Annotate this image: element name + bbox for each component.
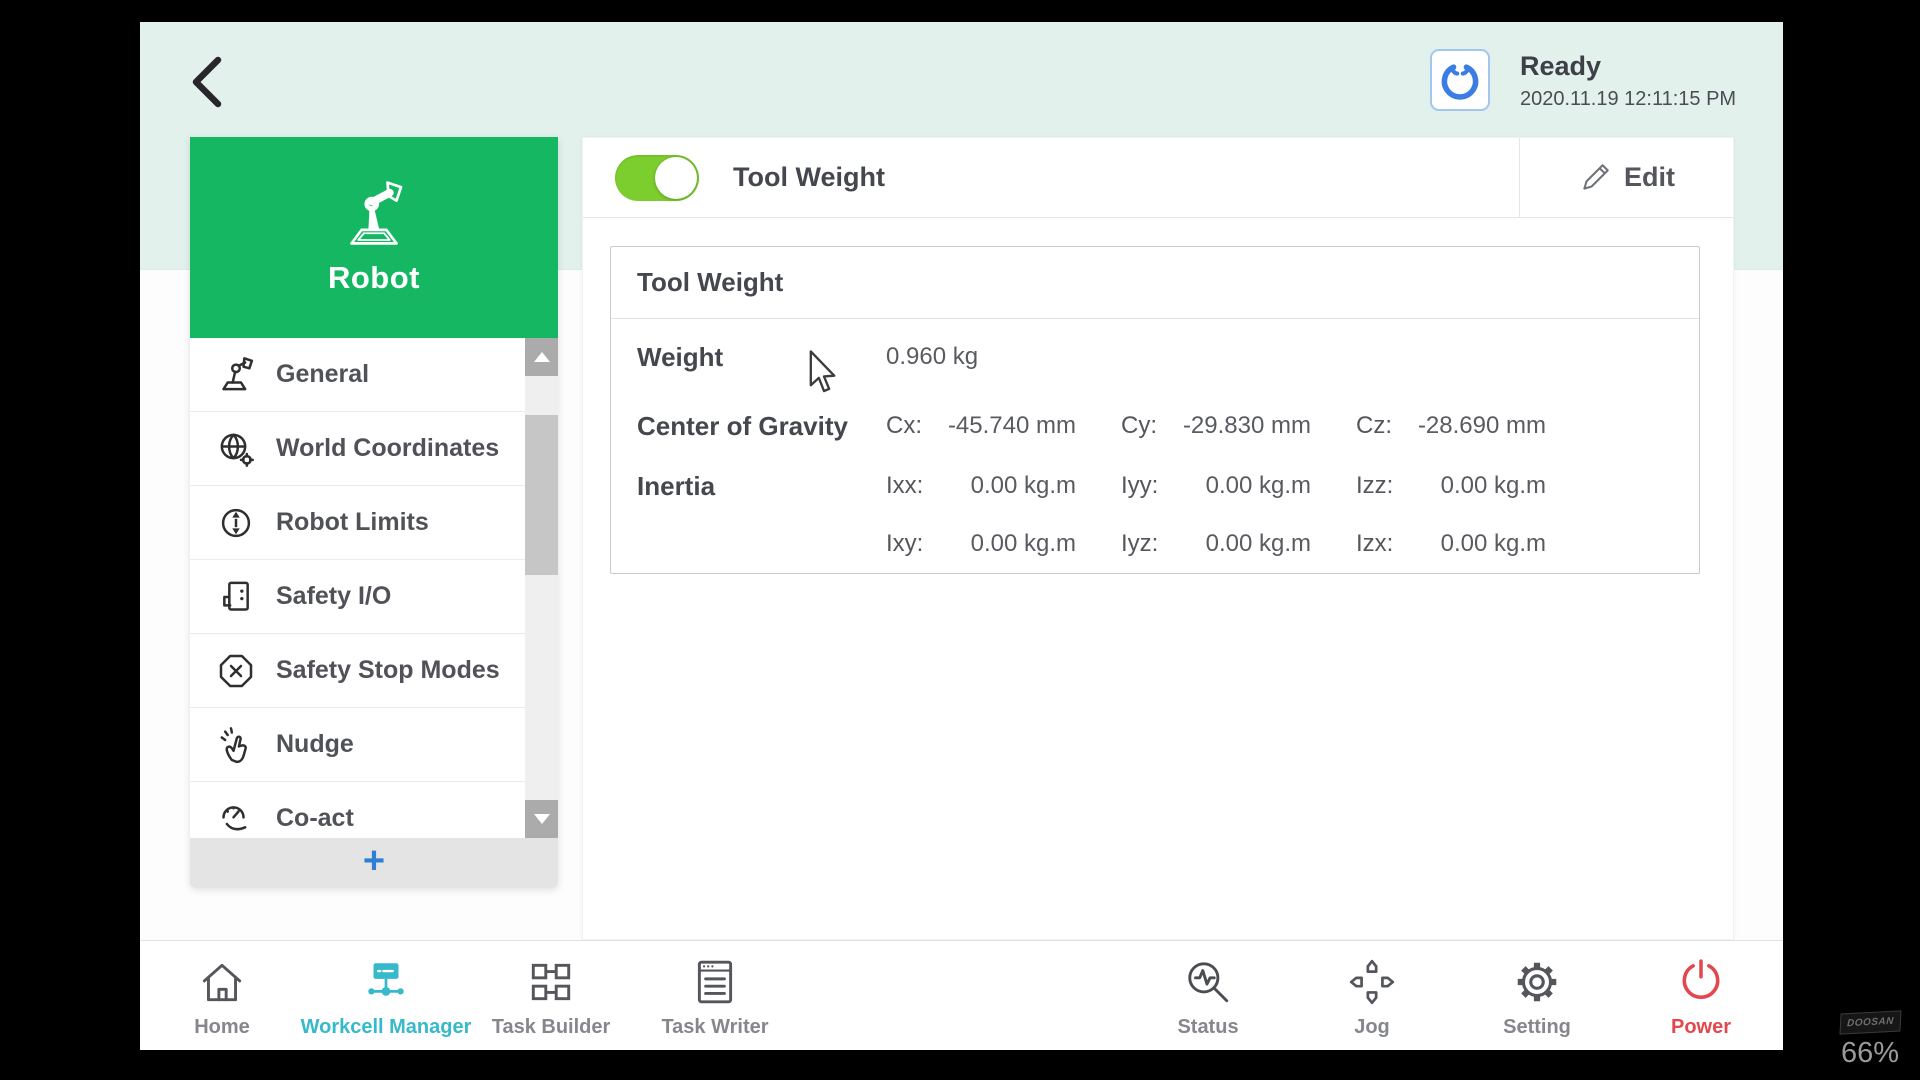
robot-state-text: Ready: [1520, 50, 1736, 82]
safety-io-icon: [214, 575, 258, 619]
edit-button[interactable]: Edit: [1519, 138, 1733, 217]
bottom-navbar: Home Workcell Manager Task Builder: [140, 940, 1783, 1050]
nav-task-writer[interactable]: Task Writer: [615, 949, 815, 1049]
ixx-value: 0.00 kg.m: [941, 472, 1076, 500]
sidebar-category-label: Robot: [328, 260, 420, 296]
cx-value: -45.740 mm: [941, 412, 1076, 440]
sidebar-scrollbar[interactable]: [525, 338, 558, 838]
sidebar: Robot General World Coordinates: [190, 137, 558, 888]
card-title-row: Tool Weight: [611, 247, 1699, 319]
panel-header: Tool Weight Edit: [583, 138, 1733, 218]
robot-arm-icon: [214, 353, 258, 397]
task-writer-icon: [615, 949, 815, 1007]
timestamp: 2020.11.19 12:11:15 PM: [1520, 88, 1736, 111]
center-of-gravity-row: Center of Gravity Cx: -45.740 mm Cy: -29…: [611, 395, 1699, 457]
sidebar-item-nudge[interactable]: Nudge: [190, 708, 558, 782]
robot-arm-large-icon: [338, 180, 410, 246]
inertia-row-2: Ixy: 0.00 kg.m Iyz: 0.00 kg.m Izx: 0.00 …: [611, 515, 1699, 573]
izx-value: 0.00 kg.m: [1411, 530, 1546, 558]
mouse-cursor: [806, 350, 842, 394]
iyz-key: Iyz:: [1121, 530, 1176, 558]
izx-key: Izx:: [1356, 530, 1411, 558]
sidebar-item-label: World Coordinates: [276, 434, 499, 463]
scroll-up-icon: [534, 352, 550, 362]
zoom-level-text: 66%: [1834, 1037, 1906, 1070]
nudge-hand-icon: [214, 723, 258, 767]
plus-icon: +: [363, 842, 385, 880]
sidebar-item-label: Safety Stop Modes: [276, 656, 500, 685]
back-button[interactable]: [180, 50, 240, 110]
add-workcell-item-button[interactable]: +: [190, 838, 558, 888]
scrollbar-thumb[interactable]: [525, 415, 558, 575]
sidebar-item-label: Robot Limits: [276, 508, 429, 537]
sidebar-item-label: Co-act: [276, 804, 354, 833]
inertia-row-1: Inertia Ixx: 0.00 kg.m Iyy: 0.00 kg.m Iz…: [611, 457, 1699, 515]
toggle-knob: [655, 157, 697, 199]
weight-label: Weight: [611, 342, 886, 373]
tool-weight-toggle[interactable]: [615, 155, 699, 201]
ixy-value: 0.00 kg.m: [941, 530, 1076, 558]
iyy-key: Iyy:: [1121, 472, 1176, 500]
co-act-icon: [214, 797, 258, 839]
robot-status-button[interactable]: [1430, 49, 1490, 111]
ixx-key: Ixx:: [886, 472, 941, 500]
sidebar-item-world-coordinates[interactable]: World Coordinates: [190, 412, 558, 486]
sidebar-item-safety-stop-modes[interactable]: Safety Stop Modes: [190, 634, 558, 708]
ixy-key: Ixy:: [886, 530, 941, 558]
weight-value: 0.960 kg: [886, 343, 978, 371]
cz-key: Cz:: [1356, 412, 1411, 440]
cog-label: Center of Gravity: [611, 411, 886, 442]
robot-gripper-icon: [1438, 58, 1482, 102]
doosan-logo: DOOSAN: [1839, 1010, 1901, 1034]
sidebar-item-general[interactable]: General: [190, 338, 558, 412]
scroll-down-button[interactable]: [525, 800, 558, 838]
back-chevron-icon: [180, 50, 240, 110]
pencil-icon: [1578, 161, 1612, 195]
watermark: DOOSAN 66%: [1834, 1012, 1906, 1070]
sidebar-item-co-act[interactable]: Co-act: [190, 782, 558, 838]
inertia-label: Inertia: [611, 471, 886, 502]
sidebar-item-label: Nudge: [276, 730, 354, 759]
sidebar-item-label: General: [276, 360, 369, 389]
card-title: Tool Weight: [637, 267, 783, 298]
sidebar-category-robot[interactable]: Robot: [190, 137, 558, 338]
izz-key: Izz:: [1356, 472, 1411, 500]
cx-key: Cx:: [886, 412, 941, 440]
sidebar-item-label: Safety I/O: [276, 582, 391, 611]
sidebar-item-robot-limits[interactable]: Robot Limits: [190, 486, 558, 560]
cz-value: -28.690 mm: [1411, 412, 1546, 440]
scroll-up-button[interactable]: [525, 338, 558, 376]
robot-status-cluster: Ready 2020.11.19 12:11:15 PM: [1430, 49, 1736, 111]
panel-title: Tool Weight: [733, 162, 885, 193]
weight-row: Weight 0.960 kg: [611, 319, 1699, 395]
limits-icon: [214, 501, 258, 545]
scroll-down-icon: [534, 814, 550, 824]
iyz-value: 0.00 kg.m: [1176, 530, 1311, 558]
globe-icon: [214, 427, 258, 471]
cy-key: Cy:: [1121, 412, 1176, 440]
sidebar-menu: General World Coordinates: [190, 338, 558, 838]
sidebar-item-safety-io[interactable]: Safety I/O: [190, 560, 558, 634]
power-icon: [1601, 949, 1783, 1007]
edit-label: Edit: [1624, 162, 1675, 193]
app-window: Ready 2020.11.19 12:11:15 PM Robot: [140, 22, 1783, 1050]
izz-value: 0.00 kg.m: [1411, 472, 1546, 500]
iyy-value: 0.00 kg.m: [1176, 472, 1311, 500]
cy-value: -29.830 mm: [1176, 412, 1311, 440]
tool-weight-panel: Tool Weight Edit Tool Weight Weight 0.96…: [582, 137, 1734, 940]
tool-weight-card: Tool Weight Weight 0.960 kg Center of Gr…: [610, 246, 1700, 574]
stop-octagon-icon: [214, 649, 258, 693]
nav-power[interactable]: Power: [1601, 949, 1783, 1049]
